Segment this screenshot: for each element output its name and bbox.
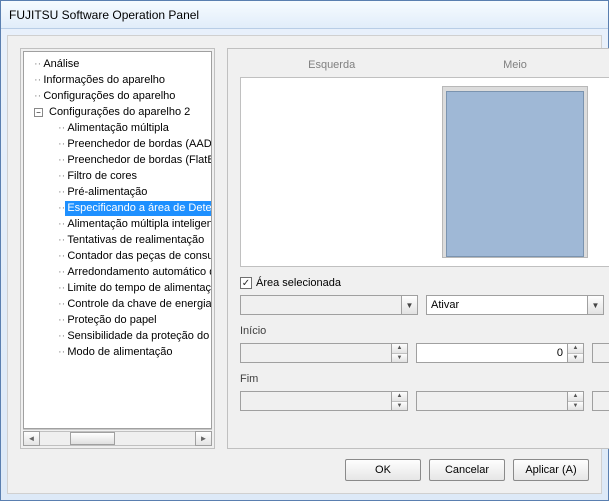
preview-selected-area bbox=[446, 91, 584, 257]
tree-item[interactable]: ·· Pré-alimentação bbox=[28, 184, 211, 200]
tree-item[interactable]: ·· Configurações do aparelho bbox=[28, 88, 211, 104]
tree-item-label: Contador das peças de consumo bbox=[65, 249, 212, 264]
tree-hscrollbar[interactable]: ◄ ► bbox=[23, 429, 212, 446]
start-label: Início bbox=[240, 325, 609, 337]
tree-item[interactable]: ·· Modo de alimentação bbox=[28, 344, 211, 360]
collapse-icon[interactable]: − bbox=[34, 108, 43, 117]
col-middle-header: Meio bbox=[423, 59, 606, 71]
tree-item[interactable]: ·· Proteção do papel bbox=[28, 312, 211, 328]
tree-item-label: Análise bbox=[41, 57, 81, 72]
tree-item[interactable]: ·· Preenchedor de bordas (FlatBed) bbox=[28, 152, 211, 168]
tree-item[interactable]: ·· Arredondamento automático do bbox=[28, 264, 211, 280]
tree-item-label: Sensibilidade da proteção do papel bbox=[65, 329, 212, 344]
tree-item[interactable]: ·· Informações do aparelho bbox=[28, 72, 211, 88]
tree-item-label: Proteção do papel bbox=[65, 313, 158, 328]
start-right-spinner[interactable]: ▲▼ bbox=[592, 343, 609, 363]
tree-item-label: Limite do tempo de alimentação bbox=[65, 281, 212, 296]
window-title: FUJITSU Software Operation Panel bbox=[9, 8, 199, 22]
area-preview bbox=[240, 77, 609, 267]
tree-item[interactable]: ·· Sensibilidade da proteção do papel bbox=[28, 328, 211, 344]
area-middle-dropdown[interactable]: Ativar ▼ bbox=[426, 295, 604, 315]
tree-item-label: Controle da chave de energia bbox=[65, 297, 212, 312]
titlebar[interactable]: FUJITSU Software Operation Panel bbox=[1, 1, 608, 29]
end-left-spinner[interactable]: ▲▼ bbox=[240, 391, 408, 411]
chevron-down-icon: ▼ bbox=[587, 296, 603, 314]
tree-item-label: Modo de alimentação bbox=[65, 345, 174, 360]
chevron-down-icon: ▼ bbox=[401, 296, 417, 314]
tree-panel: ·· Análise·· Informações do aparelho·· C… bbox=[20, 48, 215, 449]
tree-item-label: Preenchedor de bordas (AAD) bbox=[65, 137, 212, 152]
scroll-left-button[interactable]: ◄ bbox=[23, 431, 40, 446]
preview-sheet bbox=[442, 86, 588, 258]
tree-item-label: Tentativas de realimentação bbox=[65, 233, 206, 248]
scroll-right-button[interactable]: ► bbox=[195, 431, 212, 446]
tree-item-label: Informações do aparelho bbox=[41, 73, 167, 88]
tree-item[interactable]: ·· Preenchedor de bordas (AAD) bbox=[28, 136, 211, 152]
scroll-thumb[interactable] bbox=[70, 432, 115, 445]
tree-item-label: Alimentação múltipla inteligente bbox=[65, 217, 212, 232]
col-left-header: Esquerda bbox=[240, 59, 423, 71]
dialog-buttons: OK Cancelar Aplicar (A) bbox=[20, 449, 589, 481]
scroll-track[interactable] bbox=[40, 431, 195, 446]
area-left-dropdown[interactable]: ▼ bbox=[240, 295, 418, 315]
tree-item[interactable]: ·· Contador das peças de consumo bbox=[28, 248, 211, 264]
tree-item-label: Filtro de cores bbox=[65, 169, 139, 184]
tree-item-label: Arredondamento automático do bbox=[65, 265, 212, 280]
end-label: Fim bbox=[240, 373, 609, 385]
app-window: FUJITSU Software Operation Panel ·· Anál… bbox=[0, 0, 609, 501]
tree-item[interactable]: −Configurações do aparelho 2 bbox=[28, 104, 211, 120]
tree-item-label: Configurações do aparelho bbox=[41, 89, 177, 104]
column-headers: Esquerda Meio Direita bbox=[240, 59, 609, 71]
start-left-spinner[interactable]: ▲▼ bbox=[240, 343, 408, 363]
end-right-spinner[interactable]: ▲▼ bbox=[592, 391, 609, 411]
cancel-button[interactable]: Cancelar bbox=[429, 459, 505, 481]
tree-item-label: Preenchedor de bordas (FlatBed) bbox=[65, 153, 212, 168]
end-middle-spinner[interactable]: ▲▼ bbox=[416, 391, 584, 411]
tree-item[interactable]: ·· Análise bbox=[28, 56, 211, 72]
ok-button[interactable]: OK bbox=[345, 459, 421, 481]
apply-button[interactable]: Aplicar (A) bbox=[513, 459, 589, 481]
tree-item[interactable]: ·· Filtro de cores bbox=[28, 168, 211, 184]
tree-item-label: Especificando a área de Detecção bbox=[65, 201, 212, 216]
settings-panel: Esquerda Meio Direita ✓ Área seleciona bbox=[227, 48, 609, 449]
tree-item[interactable]: ·· Alimentação múltipla inteligente bbox=[28, 216, 211, 232]
tree-item[interactable]: ·· Controle da chave de energia bbox=[28, 296, 211, 312]
tree-item-label: Configurações do aparelho 2 bbox=[47, 105, 192, 120]
tree-item[interactable]: ·· Alimentação múltipla bbox=[28, 120, 211, 136]
tree-item[interactable]: ·· Especificando a área de Detecção bbox=[28, 200, 211, 216]
tree-item[interactable]: ·· Limite do tempo de alimentação bbox=[28, 280, 211, 296]
client-area: ·· Análise·· Informações do aparelho·· C… bbox=[7, 35, 602, 494]
tree-item[interactable]: ·· Tentativas de realimentação bbox=[28, 232, 211, 248]
area-selected-label: Área selecionada bbox=[256, 277, 341, 289]
tree-item-label: Alimentação múltipla bbox=[65, 121, 171, 136]
area-selected-checkbox[interactable]: ✓ bbox=[240, 277, 252, 289]
tree-item-label: Pré-alimentação bbox=[65, 185, 149, 200]
start-middle-spinner[interactable]: ▲▼ bbox=[416, 343, 584, 363]
tree-view[interactable]: ·· Análise·· Informações do aparelho·· C… bbox=[23, 51, 212, 429]
